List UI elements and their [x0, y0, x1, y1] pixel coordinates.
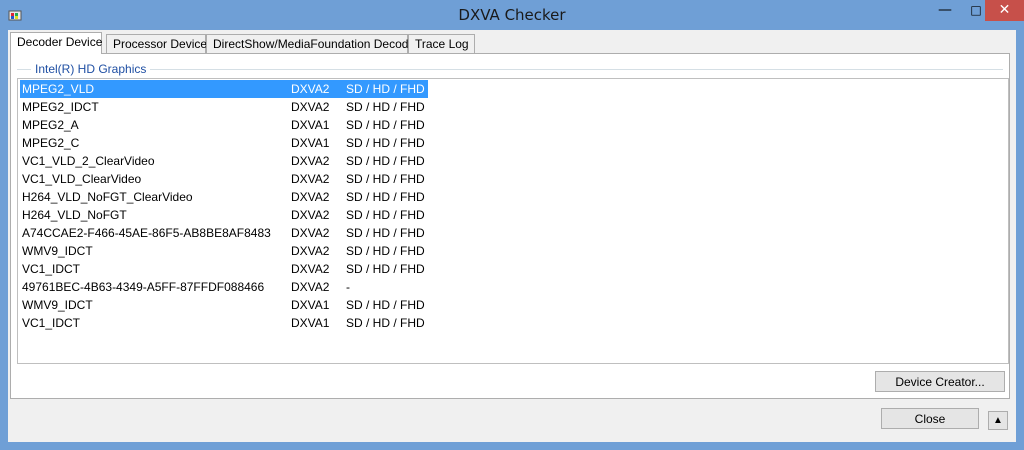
decoder-device-panel: Intel(R) HD Graphics MPEG2_VLD DXVA2 SD / … [10, 53, 1010, 399]
tab-decoder-device[interactable]: Decoder Device [10, 32, 102, 54]
decoder-name-cell: A74CCAE2-F466-45AE-86F5-AB8BE8AF8483 [22, 226, 271, 240]
resolution-cell: SD / HD / FHD [346, 154, 425, 168]
dxva-version-cell: DXVA2 [291, 190, 330, 204]
list-row[interactable]: MPEG2_IDCT DXVA2 SD / HD / FHD [20, 98, 428, 116]
group-label: Intel(R) HD Graphics [31, 62, 151, 76]
resolution-cell: - [346, 280, 350, 294]
decoder-name-cell: H264_VLD_NoFGT_ClearVideo [22, 190, 193, 204]
dxva-version-cell: DXVA2 [291, 172, 330, 186]
list-row[interactable]: 49761BEC-4B63-4349-A5FF-87FFDF088466 DXVA… [20, 278, 428, 296]
device-group: Intel(R) HD Graphics MPEG2_VLD DXVA2 SD / … [17, 62, 1009, 399]
resolution-cell: SD / HD / FHD [346, 172, 425, 186]
dxva-version-cell: DXVA1 [291, 136, 330, 150]
dxva-version-cell: DXVA1 [291, 118, 330, 132]
decoder-name-cell: MPEG2_C [22, 136, 80, 150]
close-button[interactable]: Close [881, 408, 979, 429]
resolution-cell: SD / HD / FHD [346, 244, 425, 258]
decoder-name-cell: VC1_IDCT [22, 316, 81, 330]
list-row[interactable]: VC1_VLD_2_ClearVideo DXVA2 SD / HD / FHD [20, 152, 428, 170]
list-row[interactable]: VC1_IDCT DXVA1 SD / HD / FHD [20, 314, 428, 332]
tab-processor-device[interactable]: Processor Device [106, 34, 207, 53]
tab-trace-log[interactable]: Trace Log [408, 34, 475, 53]
resolution-cell: SD / HD / FHD [346, 298, 425, 312]
resolution-cell: SD / HD / FHD [346, 118, 425, 132]
list-row[interactable]: A74CCAE2-F466-45AE-86F5-AB8BE8AF8483 DXVA… [20, 224, 428, 242]
resolution-cell: SD / HD / FHD [346, 262, 425, 276]
decoder-name-cell: MPEG2_IDCT [22, 100, 99, 114]
dxva-version-cell: DXVA2 [291, 280, 330, 294]
dxva-version-cell: DXVA2 [291, 262, 330, 276]
resolution-cell: SD / HD / FHD [346, 226, 425, 240]
decoder-name-cell: VC1_VLD_2_ClearVideo [22, 154, 155, 168]
dxva-version-cell: DXVA2 [291, 100, 330, 114]
list-row[interactable]: WMV9_IDCT DXVA1 SD / HD / FHD [20, 296, 428, 314]
window-title: DXVA Checker [458, 6, 566, 24]
list-row[interactable]: MPEG2_C DXVA1 SD / HD / FHD [20, 134, 428, 152]
dxva-version-cell: DXVA1 [291, 298, 330, 312]
list-row[interactable]: MPEG2_VLD DXVA2 SD / HD / FHD [20, 80, 428, 98]
decoder-list[interactable]: MPEG2_VLD DXVA2 SD / HD / FHD MPEG2_IDCT DXV… [17, 78, 1009, 364]
dxva-version-cell: DXVA2 [291, 244, 330, 258]
list-row[interactable]: VC1_VLD_ClearVideo DXVA2 SD / HD / FHD [20, 170, 428, 188]
group-divider [17, 69, 1003, 70]
decoder-name-cell: WMV9_IDCT [22, 298, 93, 312]
title-bar[interactable]: DXVA Checker — □ ✕ [0, 0, 1024, 30]
app-window: DXVA Checker — □ ✕ Decoder Device Proces… [0, 0, 1024, 450]
dxva-version-cell: DXVA1 [291, 316, 330, 330]
tab-directshow-mediafoundation-decoder[interactable]: DirectShow/MediaFoundation Decoder [206, 34, 419, 53]
list-row[interactable]: MPEG2_A DXVA1 SD / HD / FHD [20, 116, 428, 134]
close-window-button[interactable]: ✕ [985, 0, 1024, 21]
decoder-name-cell: 49761BEC-4B63-4349-A5FF-87FFDF088466 [22, 280, 265, 294]
list-row[interactable]: VC1_IDCT DXVA2 SD / HD / FHD [20, 260, 428, 278]
list-row[interactable]: WMV9_IDCT DXVA2 SD / HD / FHD [20, 242, 428, 260]
decoder-name-cell: MPEG2_VLD [22, 82, 95, 96]
resolution-cell: SD / HD / FHD [346, 82, 425, 96]
decoder-name-cell: VC1_VLD_ClearVideo [22, 172, 142, 186]
resolution-cell: SD / HD / FHD [346, 316, 425, 330]
resolution-cell: SD / HD / FHD [346, 136, 425, 150]
dxva-version-cell: DXVA2 [291, 208, 330, 222]
expand-arrow-button[interactable]: ▲ [988, 411, 1008, 430]
dxva-version-cell: DXVA2 [291, 154, 330, 168]
decoder-name-cell: MPEG2_A [22, 118, 79, 132]
decoder-name-cell: WMV9_IDCT [22, 244, 93, 258]
decoder-name-cell: VC1_IDCT [22, 262, 81, 276]
minimize-button[interactable]: — [930, 0, 960, 21]
resolution-cell: SD / HD / FHD [346, 208, 425, 222]
dxva-version-cell: DXVA2 [291, 226, 330, 240]
dxva-version-cell: DXVA2 [291, 82, 330, 96]
client-area: Decoder Device Processor Device DirectSh… [8, 30, 1016, 442]
list-row[interactable]: H264_VLD_NoFGT DXVA2 SD / HD / FHD [20, 206, 428, 224]
resolution-cell: SD / HD / FHD [346, 100, 425, 114]
resolution-cell: SD / HD / FHD [346, 190, 425, 204]
decoder-name-cell: H264_VLD_NoFGT [22, 208, 127, 222]
list-row[interactable]: H264_VLD_NoFGT_ClearVideo DXVA2 SD / HD / … [20, 188, 428, 206]
device-creator-button[interactable]: Device Creator... [875, 371, 1005, 392]
